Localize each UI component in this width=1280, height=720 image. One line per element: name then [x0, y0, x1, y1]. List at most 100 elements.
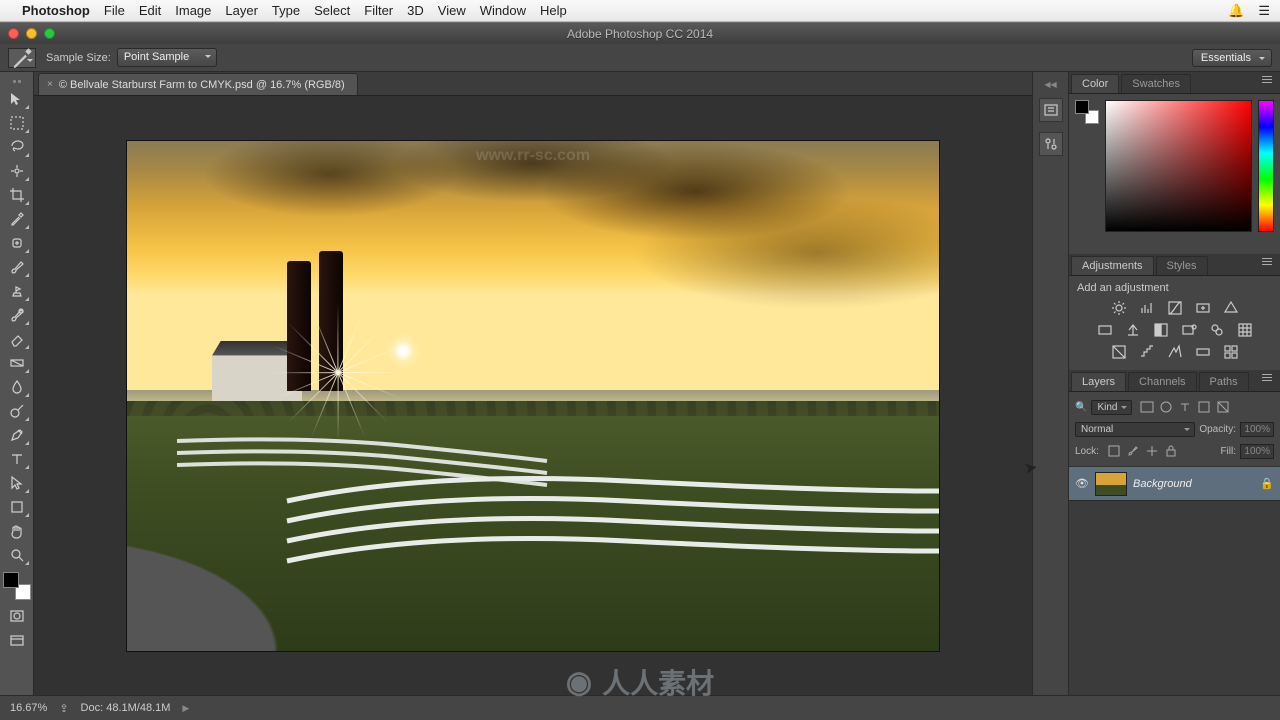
hue-sat-icon[interactable] — [1096, 322, 1114, 338]
menu-select[interactable]: Select — [314, 3, 350, 18]
tab-styles[interactable]: Styles — [1156, 256, 1208, 275]
lock-position-icon[interactable] — [1145, 444, 1159, 458]
document-tab[interactable]: × © Bellvale Starburst Farm to CMYK.psd … — [38, 73, 358, 95]
filter-shape-icon[interactable] — [1197, 400, 1211, 414]
exposure-icon[interactable] — [1194, 300, 1212, 316]
blur-tool[interactable] — [4, 376, 30, 398]
layers-panel-menu-icon[interactable] — [1262, 374, 1276, 384]
status-menu-icon[interactable]: ▶ — [182, 703, 189, 714]
tab-adjustments[interactable]: Adjustments — [1071, 256, 1154, 275]
vibrance-icon[interactable] — [1222, 300, 1240, 316]
color-panel-menu-icon[interactable] — [1262, 76, 1276, 86]
visibility-icon[interactable]: 👁 — [1075, 477, 1089, 490]
close-icon[interactable]: × — [47, 79, 53, 90]
lock-pixels-icon[interactable] — [1126, 444, 1140, 458]
crop-tool[interactable] — [4, 184, 30, 206]
lock-transparency-icon[interactable] — [1107, 444, 1121, 458]
black-white-icon[interactable] — [1152, 322, 1170, 338]
menu-image[interactable]: Image — [175, 3, 211, 18]
healing-brush-tool[interactable] — [4, 232, 30, 254]
clone-stamp-tool[interactable] — [4, 280, 30, 302]
history-brush-tool[interactable] — [4, 304, 30, 326]
gradient-tool[interactable] — [4, 352, 30, 374]
layer-name[interactable]: Background — [1133, 478, 1254, 490]
screenmode-toggle[interactable] — [4, 630, 30, 652]
menu-help[interactable]: Help — [540, 3, 567, 18]
menu-layer[interactable]: Layer — [225, 3, 258, 18]
opacity-value[interactable]: 100% — [1240, 422, 1274, 437]
fill-value[interactable]: 100% — [1240, 444, 1274, 459]
quickmask-toggle[interactable] — [4, 605, 30, 627]
notification-icon[interactable]: 🔔 — [1228, 3, 1244, 19]
filter-adjust-icon[interactable] — [1159, 400, 1173, 414]
tab-color[interactable]: Color — [1071, 74, 1119, 93]
color-lookup-icon[interactable] — [1236, 322, 1254, 338]
pen-tool[interactable] — [4, 424, 30, 446]
channel-mixer-icon[interactable] — [1208, 322, 1226, 338]
workspace-switcher[interactable]: Essentials — [1192, 49, 1272, 67]
layer-filter-kind[interactable]: Kind — [1091, 400, 1132, 415]
filter-smart-icon[interactable] — [1216, 400, 1230, 414]
quick-select-tool[interactable] — [4, 160, 30, 182]
dock-collapse-handle[interactable]: ◀◀ — [1033, 80, 1068, 88]
type-tool[interactable] — [4, 448, 30, 470]
color-swatches[interactable] — [3, 572, 31, 600]
invert-icon[interactable] — [1110, 344, 1128, 360]
window-minimize-button[interactable] — [26, 28, 37, 39]
sample-size-dropdown[interactable]: Point Sample — [117, 48, 217, 67]
lock-all-icon[interactable] — [1164, 444, 1178, 458]
layer-thumbnail[interactable] — [1095, 472, 1127, 496]
window-zoom-button[interactable] — [44, 28, 55, 39]
blend-mode-dropdown[interactable]: Normal — [1075, 422, 1195, 437]
hue-slider[interactable] — [1258, 100, 1274, 232]
lasso-tool[interactable] — [4, 136, 30, 158]
adjustments-panel-menu-icon[interactable] — [1262, 258, 1276, 268]
dodge-tool[interactable] — [4, 400, 30, 422]
tab-channels[interactable]: Channels — [1128, 372, 1196, 391]
menu-extras-icon[interactable]: ☰ — [1258, 3, 1270, 19]
hand-tool[interactable] — [4, 520, 30, 542]
menu-3d[interactable]: 3D — [407, 3, 424, 18]
color-balance-icon[interactable] — [1124, 322, 1142, 338]
eraser-tool[interactable] — [4, 328, 30, 350]
color-fgbg-mini[interactable] — [1075, 100, 1099, 124]
levels-icon[interactable] — [1138, 300, 1156, 316]
eyedropper-tool[interactable] — [4, 208, 30, 230]
layer-row[interactable]: 👁 Background 🔒 — [1069, 467, 1280, 501]
tab-layers[interactable]: Layers — [1071, 372, 1126, 391]
window-close-button[interactable] — [8, 28, 19, 39]
curves-icon[interactable] — [1166, 300, 1184, 316]
app-name[interactable]: Photoshop — [22, 3, 90, 18]
tools-grab-handle[interactable] — [0, 76, 34, 86]
menu-type[interactable]: Type — [272, 3, 300, 18]
tool-preset-picker[interactable] — [8, 48, 36, 68]
menu-view[interactable]: View — [438, 3, 466, 18]
menu-filter[interactable]: Filter — [364, 3, 393, 18]
photo-filter-icon[interactable] — [1180, 322, 1198, 338]
filter-pixel-icon[interactable] — [1140, 400, 1154, 414]
brush-tool[interactable] — [4, 256, 30, 278]
canvas[interactable]: www.rr-sc.com — [127, 141, 939, 651]
selective-color-icon[interactable] — [1222, 344, 1240, 360]
filter-type-icon[interactable] — [1178, 400, 1192, 414]
gradient-map-icon[interactable] — [1194, 344, 1212, 360]
posterize-icon[interactable] — [1138, 344, 1156, 360]
path-select-tool[interactable] — [4, 472, 30, 494]
threshold-icon[interactable] — [1166, 344, 1184, 360]
menu-file[interactable]: File — [104, 3, 125, 18]
zoom-level[interactable]: 16.67% — [10, 702, 47, 714]
zoom-tool[interactable] — [4, 544, 30, 566]
brightness-icon[interactable] — [1110, 300, 1128, 316]
shape-tool[interactable] — [4, 496, 30, 518]
foreground-color-swatch[interactable] — [3, 572, 19, 588]
move-tool[interactable] — [4, 88, 30, 110]
saturation-field[interactable] — [1105, 100, 1252, 232]
menu-window[interactable]: Window — [480, 3, 526, 18]
tab-paths[interactable]: Paths — [1199, 372, 1249, 391]
menu-edit[interactable]: Edit — [139, 3, 161, 18]
tab-swatches[interactable]: Swatches — [1121, 74, 1191, 93]
properties-panel-icon[interactable] — [1039, 132, 1063, 156]
history-panel-icon[interactable] — [1039, 98, 1063, 122]
marquee-tool[interactable] — [4, 112, 30, 134]
share-icon[interactable]: ⇪ — [59, 702, 68, 715]
